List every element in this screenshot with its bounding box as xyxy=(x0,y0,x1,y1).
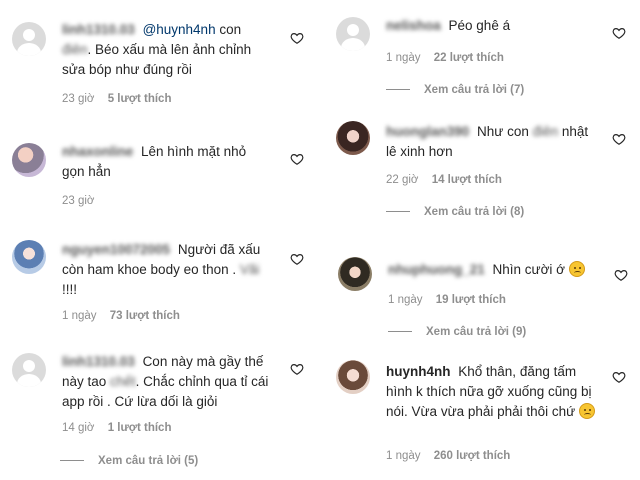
comment-username[interactable]: huynh4nh xyxy=(386,364,451,379)
avatar[interactable] xyxy=(12,22,46,56)
comment-text: linh1310.03 @huynh4nh con điên. Béo xấu … xyxy=(62,20,272,80)
like-count[interactable]: 1 lượt thích xyxy=(108,422,172,434)
comment-username[interactable]: nelishoa xyxy=(386,18,441,33)
comment-time: 1 ngày xyxy=(386,52,421,64)
comment-username[interactable]: linh1310.03 xyxy=(62,354,135,369)
heart-outline-icon[interactable] xyxy=(612,26,626,40)
view-replies-label: Xem câu trả lời (7) xyxy=(424,84,525,96)
view-replies-label: Xem câu trả lời (8) xyxy=(424,206,525,218)
comment-meta: 23 giờ xyxy=(62,195,94,207)
view-replies-button[interactable]: Xem câu trả lời (7) xyxy=(386,84,524,96)
like-count[interactable]: 19 lượt thích xyxy=(436,294,506,306)
comment-text-part: . Béo xấu mà lên ảnh chỉnh sửa bóp như đ… xyxy=(62,42,252,77)
comment-meta: 1 ngày 22 lượt thích xyxy=(386,52,504,64)
comment-text-part: Như con xyxy=(477,124,533,139)
avatar[interactable] xyxy=(336,17,370,51)
comment-time: 22 giờ xyxy=(386,174,419,186)
comment-text: nguyen10072005 Người đã xấu còn ham khoe… xyxy=(62,240,280,300)
comment-meta: 1 ngày 19 lượt thích xyxy=(388,294,506,306)
like-count[interactable]: 22 lượt thích xyxy=(434,52,504,64)
comment-username[interactable]: linh1310.03 xyxy=(62,22,135,37)
comment-mention[interactable]: @huynh4nh xyxy=(143,22,216,37)
left-comment-column: linh1310.03 @huynh4nh con điên. Béo xấu … xyxy=(0,0,320,480)
comment-meta: 1 ngày 73 lượt thích xyxy=(62,310,180,322)
view-replies-label: Xem câu trả lời (5) xyxy=(98,455,199,467)
avatar[interactable] xyxy=(336,360,370,394)
view-replies-button[interactable]: Xem câu trả lời (9) xyxy=(388,326,526,338)
comment-text: nelishoa Péo ghê á xyxy=(386,16,606,36)
like-count[interactable]: 5 lượt thích xyxy=(108,93,172,105)
comment-blurred-word: Vãi xyxy=(239,262,260,277)
comment-text: nhaxonline Lên hình mặt nhỏ gọn hẳn xyxy=(62,142,272,182)
replies-divider xyxy=(386,211,410,213)
view-replies-button[interactable]: Xem câu trả lời (8) xyxy=(386,206,524,218)
comment-time: 14 giờ xyxy=(62,422,95,434)
heart-outline-icon[interactable] xyxy=(612,370,626,384)
comment-time: 1 ngày xyxy=(386,450,421,462)
like-count[interactable]: 73 lượt thích xyxy=(110,310,180,322)
avatar[interactable] xyxy=(12,240,46,274)
comment-text-part: !!!! xyxy=(62,282,78,297)
comment-time: 1 ngày xyxy=(62,310,97,322)
comment-username[interactable]: nhaxonline xyxy=(62,144,133,159)
avatar[interactable] xyxy=(12,353,46,387)
heart-outline-icon[interactable] xyxy=(612,132,626,146)
comment-text-part: Péo ghê á xyxy=(448,18,511,33)
view-replies-label: Xem câu trả lời (9) xyxy=(426,326,527,338)
view-replies-button[interactable]: Xem câu trả lời (5) xyxy=(60,455,198,467)
replies-divider xyxy=(386,89,410,91)
comment-text: huonglan390 Như con điên nhật lê xinh hơ… xyxy=(386,122,598,162)
replies-divider xyxy=(388,331,412,333)
comment-blurred-word: điên xyxy=(532,124,559,139)
comment-text: linh1310.03 Con này mà gầy thế này tao c… xyxy=(62,352,272,412)
avatar[interactable] xyxy=(12,143,46,177)
comment-time: 1 ngày xyxy=(388,294,423,306)
comment-text: huynh4nh Khổ thân, đăng tấm hình k thích… xyxy=(386,362,600,422)
comment-username[interactable]: nguyen10072005 xyxy=(62,242,170,257)
comment-text-part: Nhìn cười ớ xyxy=(492,262,566,277)
comment-meta: 23 giờ 5 lượt thích xyxy=(62,93,171,105)
comment-meta: 1 ngày 260 lượt thích xyxy=(386,450,510,462)
comment-time: 23 giờ xyxy=(62,93,95,105)
comment-meta: 22 giờ 14 lượt thích xyxy=(386,174,502,186)
comment-username[interactable]: huonglan390 xyxy=(386,124,469,139)
comment-meta: 14 giờ 1 lượt thích xyxy=(62,422,171,434)
comment-time: 23 giờ xyxy=(62,195,95,207)
avatar[interactable] xyxy=(338,257,372,291)
replies-divider xyxy=(60,460,84,462)
heart-outline-icon[interactable] xyxy=(290,362,304,376)
comment-blurred-word: điên xyxy=(62,42,88,57)
right-comment-column: nelishoa Péo ghê á 1 ngày 22 lượt thích … xyxy=(320,0,640,480)
worried-face-emoji xyxy=(579,403,595,419)
like-count[interactable]: 260 lượt thích xyxy=(434,450,511,462)
worried-face-emoji xyxy=(568,261,585,277)
heart-outline-icon[interactable] xyxy=(290,31,304,45)
comment-text: nhuphuong_21 Nhìn cười ớ xyxy=(388,260,610,280)
like-count[interactable]: 14 lượt thích xyxy=(432,174,502,186)
avatar[interactable] xyxy=(336,121,370,155)
comment-username[interactable]: nhuphuong_21 xyxy=(388,262,485,277)
comment-text-part: con xyxy=(215,22,242,37)
heart-outline-icon[interactable] xyxy=(290,152,304,166)
heart-outline-icon[interactable] xyxy=(290,252,304,266)
heart-outline-icon[interactable] xyxy=(614,268,628,282)
comment-blurred-word: chết xyxy=(110,374,136,389)
